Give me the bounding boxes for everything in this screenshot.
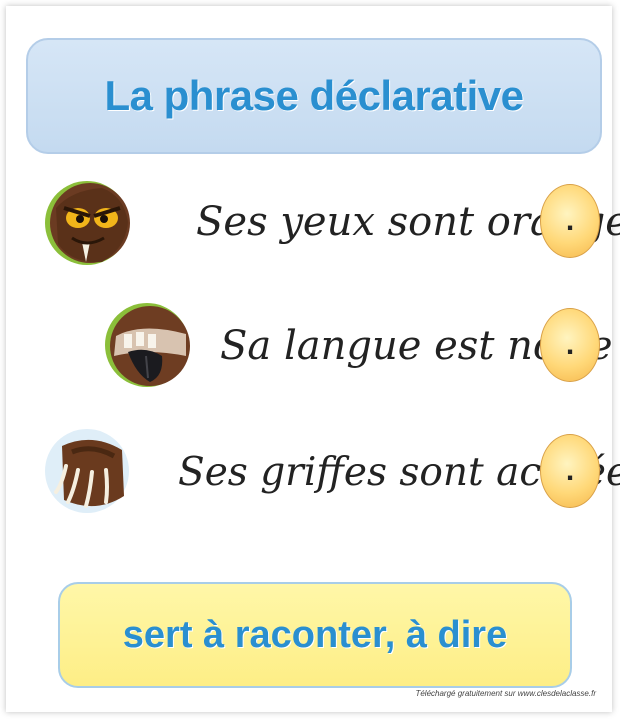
page-title: La phrase déclarative [104, 72, 524, 119]
sentence-text: Sa langue est noire [220, 323, 613, 369]
sentence-text: Ses yeux sont orange [196, 199, 620, 245]
sentence-row: Ses yeux sont orange . [6, 174, 620, 274]
definition-text: sert à raconter, à dire [122, 613, 508, 656]
monster-eyes-image [45, 181, 130, 265]
punctuation-circle: . [540, 434, 600, 508]
period-mark: . [565, 328, 575, 361]
sentence-text: Ses griffes sont acérées [178, 449, 620, 495]
punctuation-circle: . [540, 308, 600, 382]
sentence-row: Ses griffes sont acérées . [6, 424, 620, 524]
monster-claws-image [45, 429, 129, 513]
period-mark: . [565, 204, 575, 237]
monster-tongue-image [105, 303, 190, 387]
poster: La phrase déclarative Ses yeux sont oran… [6, 6, 620, 712]
credit-text: Téléchargé gratuitement sur www.clesdela… [415, 689, 596, 698]
punctuation-circle: . [540, 184, 600, 258]
definition-banner: sert à raconter, à dire [58, 582, 572, 688]
title-banner: La phrase déclarative [26, 38, 602, 154]
period-mark: . [565, 454, 575, 487]
sentence-row: Sa langue est noire . [6, 298, 613, 398]
